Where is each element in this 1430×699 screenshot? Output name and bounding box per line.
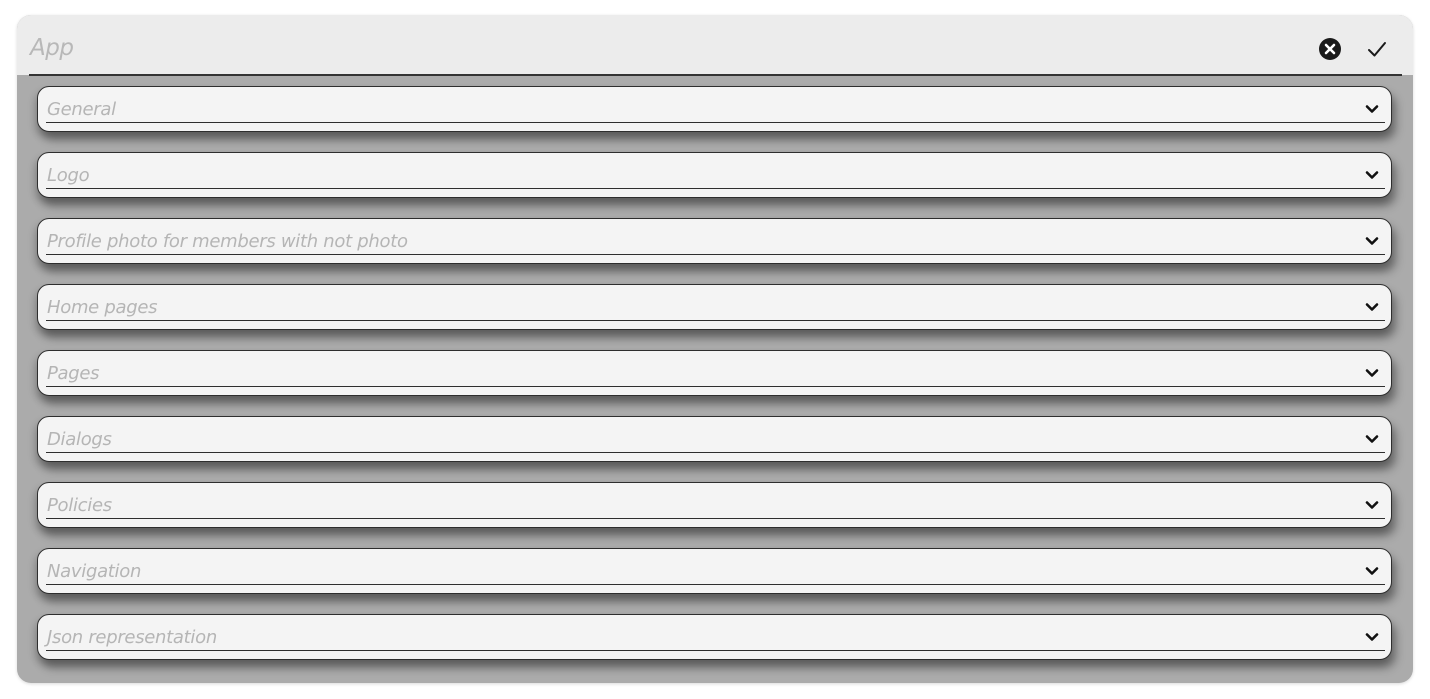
section-profile-photo[interactable]: Profile photo for members with not photo <box>37 218 1392 264</box>
section-underline <box>46 187 1385 189</box>
section-logo[interactable]: Logo <box>37 152 1392 198</box>
section-underline <box>46 517 1385 519</box>
chevron-down-icon <box>1365 369 1379 377</box>
section-underline <box>46 253 1385 255</box>
chevron-down-icon <box>1365 435 1379 443</box>
chevron-down-icon <box>1365 501 1379 509</box>
chevron-down-icon <box>1365 567 1379 575</box>
section-label: Logo <box>47 165 90 186</box>
section-underline <box>46 121 1385 123</box>
section-underline <box>46 319 1385 321</box>
chevron-down-icon <box>1365 171 1379 179</box>
section-home-pages[interactable]: Home pages <box>37 284 1392 330</box>
section-label: Navigation <box>47 561 142 582</box>
section-label: Profile photo for members with not photo <box>47 231 408 252</box>
section-label: Dialogs <box>47 429 112 450</box>
section-underline <box>46 385 1385 387</box>
section-label: Policies <box>47 495 112 516</box>
chevron-down-icon <box>1365 237 1379 245</box>
section-label: Json representation <box>47 627 217 648</box>
section-pages[interactable]: Pages <box>37 350 1392 396</box>
app-dialog: App General Logo Profile photo for membe… <box>17 15 1413 683</box>
section-label: Pages <box>47 363 100 384</box>
section-label: Home pages <box>47 297 158 318</box>
section-underline <box>46 451 1385 453</box>
chevron-down-icon <box>1365 303 1379 311</box>
section-underline <box>46 649 1385 651</box>
section-label: General <box>47 99 116 120</box>
sections-list: General Logo Profile photo for members w… <box>17 15 1413 683</box>
section-navigation[interactable]: Navigation <box>37 548 1392 594</box>
section-underline <box>46 583 1385 585</box>
section-dialogs[interactable]: Dialogs <box>37 416 1392 462</box>
section-policies[interactable]: Policies <box>37 482 1392 528</box>
section-general[interactable]: General <box>37 86 1392 132</box>
chevron-down-icon <box>1365 633 1379 641</box>
section-json-representation[interactable]: Json representation <box>37 614 1392 660</box>
chevron-down-icon <box>1365 105 1379 113</box>
